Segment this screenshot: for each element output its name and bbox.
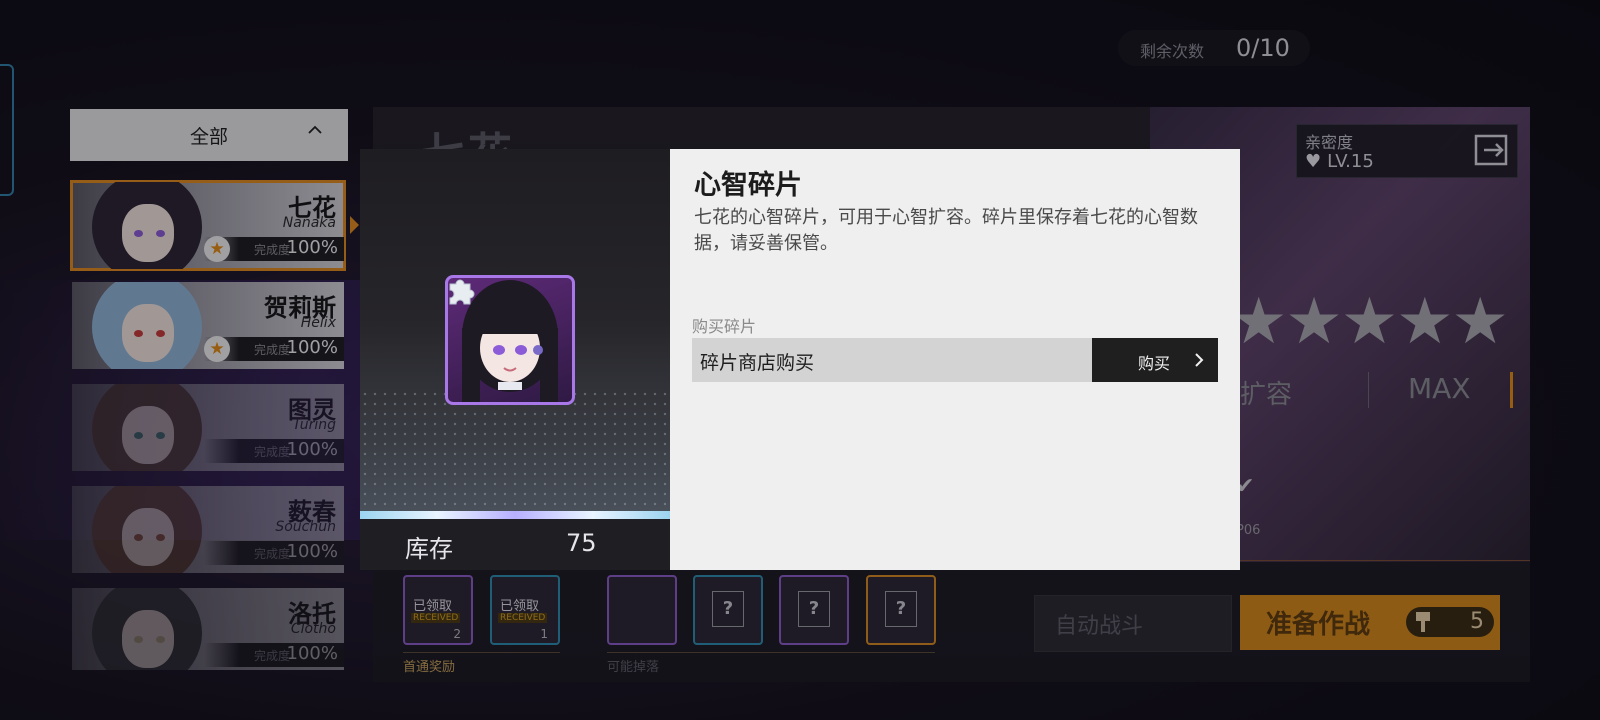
item-info-panel: 心智碎片 七花的心智碎片，可用于心智扩容。碎片里保存着七花的心智数据，请妥善保管… bbox=[670, 149, 1240, 570]
item-detail-modal: 库存 75 心智碎片 七花的心智碎片，可用于心智扩容。碎片里保存着七花的心智数据… bbox=[360, 149, 1240, 570]
buy-button-label: 购买 bbox=[1138, 354, 1171, 373]
item-description: 七花的心智碎片，可用于心智扩容。碎片里保存着七花的心智数据，请妥善保管。 bbox=[694, 207, 1198, 254]
puzzle-piece-icon bbox=[449, 279, 475, 305]
chevron-right-icon bbox=[1195, 353, 1204, 367]
buy-source-row: 碎片商店购买 购买 bbox=[692, 338, 1218, 382]
stock-bar: 库存 75 bbox=[360, 519, 670, 570]
stock-label: 库存 bbox=[405, 535, 453, 563]
stock-value: 75 bbox=[566, 529, 597, 557]
item-title: 心智碎片 bbox=[694, 170, 802, 201]
buy-button[interactable]: 购买 bbox=[1092, 338, 1218, 382]
buy-source-label: 碎片商店购买 bbox=[700, 352, 815, 374]
fragment-item-icon bbox=[445, 275, 575, 405]
holo-strip bbox=[360, 511, 670, 519]
item-preview-panel: 库存 75 bbox=[360, 149, 670, 570]
buy-section-label: 购买碎片 bbox=[692, 317, 757, 336]
